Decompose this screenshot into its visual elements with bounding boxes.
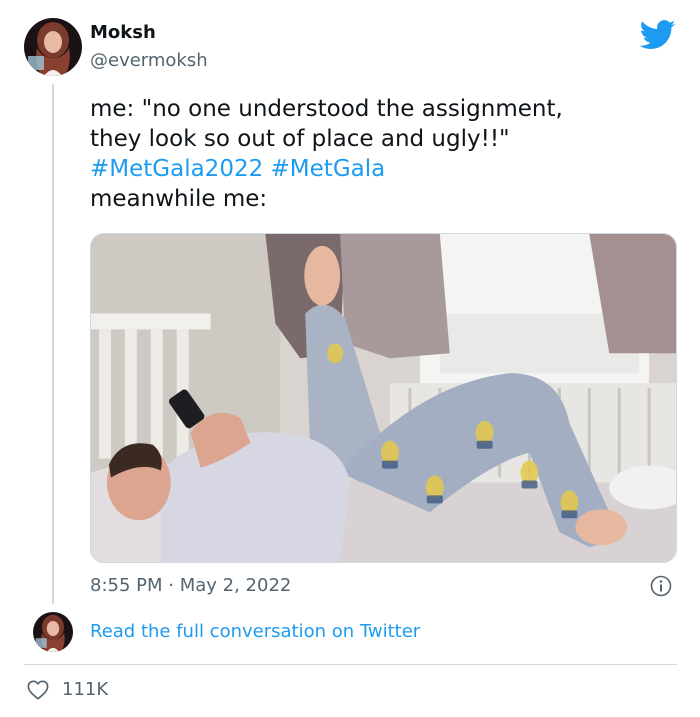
tweet-text: me: "no one understood the assignment, t… — [90, 94, 680, 214]
author-handle[interactable]: @evermoksh — [90, 50, 208, 71]
author-name[interactable]: Moksh — [90, 22, 156, 43]
thread-line — [52, 84, 54, 604]
tweet-date: May 2, 2022 — [179, 575, 292, 596]
tweet-photo[interactable] — [90, 233, 677, 563]
tweet-hashtags: #MetGala2022 #MetGala — [90, 154, 680, 184]
conversation-avatar[interactable] — [33, 612, 73, 652]
read-conversation-link[interactable]: Read the full conversation on Twitter — [90, 621, 420, 642]
like-count[interactable]: 111K — [62, 679, 108, 700]
info-icon[interactable] — [650, 575, 672, 597]
profile-avatar-icon — [33, 612, 73, 652]
author-avatar[interactable] — [24, 18, 82, 76]
twitter-bird-icon[interactable] — [639, 20, 676, 50]
heart-icon[interactable] — [27, 679, 49, 701]
hashtag-link[interactable]: #MetGala — [271, 156, 386, 182]
tweet-text-line: me: "no one understood the assignment, — [90, 96, 563, 122]
timestamp-separator: · — [162, 575, 180, 596]
tweet-text-line: meanwhile me: — [90, 186, 268, 212]
divider — [24, 664, 677, 665]
tweet-card: Moksh @evermoksh me: "no one understood … — [0, 0, 700, 717]
hashtag-link[interactable]: #MetGala2022 — [90, 156, 263, 182]
profile-avatar-icon — [24, 18, 82, 76]
tweet-time: 8:55 PM — [90, 575, 163, 596]
tweet-timestamp[interactable]: 8:55 PM · May 2, 2022 — [90, 575, 291, 596]
tweet-text-line: they look so out of place and ugly!!" — [90, 126, 510, 152]
